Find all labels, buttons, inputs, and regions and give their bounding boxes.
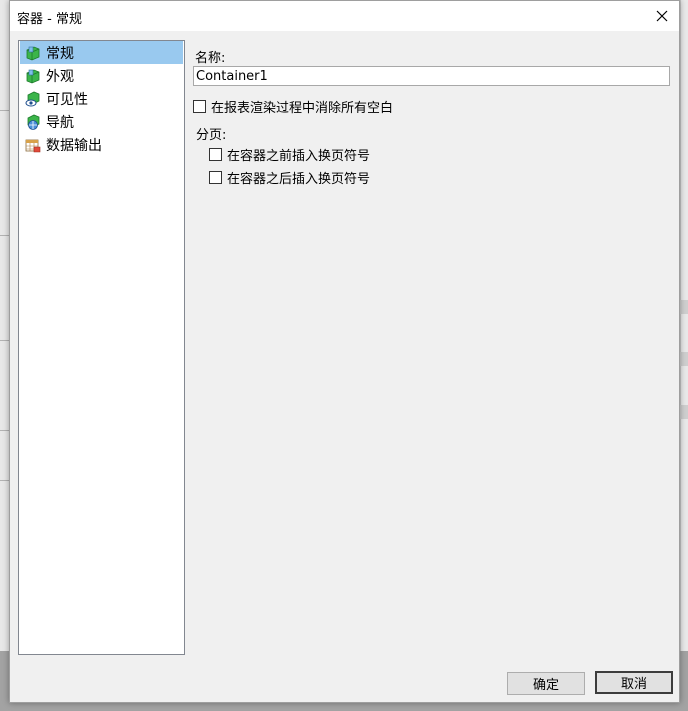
- pagination-label: 分页:: [196, 128, 227, 143]
- container-properties-dialog: 容器 - 常规 常规 外观 可见性 导航 数据输出 名称: Container1…: [9, 0, 680, 703]
- background-right-mark: [680, 300, 688, 314]
- checkbox-box[interactable]: [209, 171, 222, 184]
- eye-page-icon: [24, 90, 42, 108]
- tree-item-label: 外观: [46, 68, 74, 85]
- background-right-mark: [680, 405, 688, 419]
- tree-item-label: 常规: [46, 45, 74, 62]
- name-label: 名称:: [195, 51, 226, 66]
- close-button[interactable]: [645, 1, 679, 31]
- dialog-title: 容器 - 常规: [17, 12, 82, 27]
- tree-item-navigation[interactable]: 导航: [20, 110, 183, 133]
- page-green-icon: [24, 44, 42, 62]
- navigation-page-icon: [24, 113, 42, 131]
- remove-whitespace-label: 在报表渲染过程中消除所有空白: [211, 101, 394, 116]
- background-left-mark: [0, 340, 9, 341]
- cancel-button[interactable]: 取消: [595, 671, 673, 694]
- tree-item-label: 可见性: [46, 91, 88, 108]
- background-right-mark: [680, 352, 688, 366]
- page-green-icon: [24, 67, 42, 85]
- page-break-after-label: 在容器之后插入换页符号: [227, 172, 371, 187]
- name-input[interactable]: [193, 66, 670, 86]
- background-left-mark: [0, 235, 9, 236]
- remove-whitespace-checkbox[interactable]: 在报表渲染过程中消除所有空白: [193, 97, 393, 116]
- page-break-before-label: 在容器之前插入换页符号: [227, 149, 371, 164]
- data-output-icon: [24, 136, 42, 154]
- close-icon: [656, 10, 668, 22]
- tree-item-data-output[interactable]: 数据输出: [20, 133, 183, 156]
- page-break-after-checkbox[interactable]: 在容器之后插入换页符号: [209, 168, 370, 187]
- category-tree: 常规 外观 可见性 导航 数据输出: [18, 40, 185, 655]
- tree-item-general[interactable]: 常规: [20, 41, 183, 64]
- title-bar: 容器 - 常规: [10, 1, 679, 31]
- ok-button[interactable]: 确定: [507, 672, 585, 695]
- background-left-mark: [0, 110, 9, 111]
- checkbox-box[interactable]: [209, 148, 222, 161]
- background-left-mark: [0, 480, 9, 481]
- checkbox-box[interactable]: [193, 100, 206, 113]
- tree-item-label: 导航: [46, 114, 74, 131]
- tree-item-appearance[interactable]: 外观: [20, 64, 183, 87]
- page-break-before-checkbox[interactable]: 在容器之前插入换页符号: [209, 145, 370, 164]
- background-left-mark: [0, 430, 9, 431]
- tree-item-visibility[interactable]: 可见性: [20, 87, 183, 110]
- tree-item-label: 数据输出: [46, 137, 102, 154]
